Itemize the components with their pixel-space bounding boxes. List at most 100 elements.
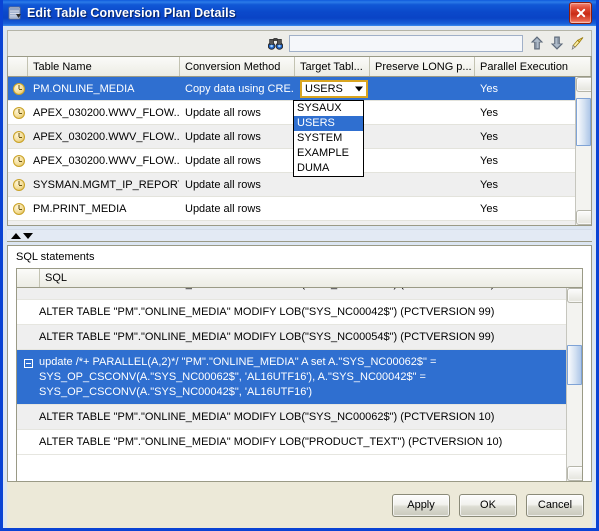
cell-target-tablespace[interactable]: USERS [295, 77, 370, 100]
cancel-button[interactable]: Cancel [526, 493, 584, 517]
cell-conversion-method[interactable]: Update all rows [180, 149, 295, 172]
cell-conversion-method[interactable]: Update all rows [180, 101, 295, 124]
clock-icon [13, 154, 25, 167]
dialog-client-area: Table Name Conversion Method Target Tabl… [3, 26, 596, 528]
scrollbar-thumb[interactable] [576, 98, 591, 146]
cell-parallel-execution: Yes [480, 202, 498, 215]
column-header-table-name[interactable]: Table Name [28, 57, 180, 76]
clock-icon [13, 178, 25, 191]
dialog-button-bar: Apply OK Cancel [7, 482, 592, 528]
grid-toolbar [7, 30, 592, 56]
sql-row-gutter [17, 288, 39, 299]
arrow-down-icon[interactable] [547, 34, 567, 54]
cell-table-name: APEX_030200.WWV_FLOW... [33, 130, 180, 143]
ok-button[interactable]: OK [459, 493, 517, 517]
row-status-cell [8, 197, 28, 220]
dropdown-option-sysaux[interactable]: SYSAUX [294, 101, 363, 116]
sql-row-gutter [17, 300, 39, 321]
cell-conversion-method[interactable]: Copy data using CRE... [180, 77, 295, 100]
list-item[interactable]: ALTER TABLE "PM"."ONLINE_MEDIA" MODIFY L… [17, 288, 582, 300]
sql-row-gutter [17, 430, 39, 451]
dropdown-option-users[interactable]: USERS [294, 116, 363, 131]
sql-row-text: ALTER TABLE "PM"."ONLINE_MEDIA" MODIFY L… [39, 288, 566, 296]
scroll-up-button[interactable] [576, 77, 591, 92]
cell-parallel-execution: Yes [480, 178, 498, 191]
cell-parallel-execution: Yes [480, 106, 498, 119]
sql-row-text: ALTER TABLE "PM"."ONLINE_MEDIA" MODIFY L… [39, 306, 495, 318]
sql-row-text: update /*+ PARALLEL(A,2)*/ "PM"."ONLINE_… [39, 356, 437, 398]
cell-table-name: PM.ONLINE_MEDIA [33, 82, 135, 95]
sql-header-row: SQL [17, 269, 582, 288]
cell-conversion-method[interactable]: Update all rows [180, 173, 295, 196]
table-plan-icon [7, 5, 23, 21]
sql-row-text: ALTER TABLE "PM"."ONLINE_MEDIA" MODIFY L… [39, 331, 495, 343]
column-header-conversion-method[interactable]: Conversion Method [180, 57, 295, 76]
combo-selected-value: USERS [305, 82, 343, 95]
cell-table-name: PM.PRINT_MEDIA [33, 202, 127, 215]
cell-table-name: APEX_030200.WWV_FLOW... [33, 154, 180, 167]
sql-gutter-header [17, 269, 40, 287]
table-row[interactable]: PM.PRINT_MEDIA Update all rows Yes [8, 197, 591, 221]
row-status-cell [8, 149, 28, 172]
dialog-window: Edit Table Conversion Plan Details Table… [0, 0, 599, 531]
scrollbar-track[interactable] [576, 92, 591, 210]
highlighter-icon[interactable] [567, 34, 587, 54]
cell-preserve-long [370, 173, 475, 196]
clock-icon [13, 202, 25, 215]
close-icon[interactable] [569, 2, 592, 24]
column-header-parallel-execution[interactable]: Parallel Execution [475, 57, 591, 76]
triangle-down-icon[interactable] [23, 232, 33, 239]
cell-conversion-method[interactable]: Update all rows [180, 197, 295, 220]
arrow-up-icon[interactable] [527, 34, 547, 54]
dropdown-option-example[interactable]: EXAMPLE [294, 146, 363, 161]
clock-icon [13, 130, 25, 143]
scroll-up-button[interactable] [567, 288, 582, 303]
sql-column-header[interactable]: SQL [40, 272, 582, 284]
window-title: Edit Table Conversion Plan Details [27, 6, 236, 20]
dropdown-option-duma[interactable]: DUMA [294, 161, 363, 176]
grid-vertical-scrollbar[interactable] [575, 77, 591, 225]
scroll-down-button[interactable] [567, 466, 582, 481]
search-input[interactable] [289, 35, 523, 52]
collapse-icon[interactable] [23, 358, 33, 368]
sql-body: ALTER TABLE "PM"."ONLINE_MEDIA" MODIFY L… [17, 288, 582, 481]
sql-row-gutter [17, 325, 39, 346]
cell-parallel-execution: Yes [480, 82, 498, 95]
target-tablespace-dropdown-list[interactable]: SYSAUX USERS SYSTEM EXAMPLE DUMA [293, 100, 364, 177]
list-item[interactable]: ALTER TABLE "PM"."ONLINE_MEDIA" MODIFY L… [17, 325, 582, 350]
chevron-down-icon[interactable] [355, 86, 363, 91]
cell-parallel-execution: Yes [480, 130, 498, 143]
grid-header-row: Table Name Conversion Method Target Tabl… [8, 57, 591, 77]
dropdown-option-system[interactable]: SYSTEM [294, 131, 363, 146]
column-header-preserve-long[interactable]: Preserve LONG p... [370, 57, 475, 76]
list-item[interactable]: ALTER TABLE "PM"."ONLINE_MEDIA" MODIFY L… [17, 300, 582, 325]
scrollbar-track[interactable] [567, 303, 582, 466]
panel-splitter[interactable] [7, 229, 592, 242]
cell-table-name: APEX_030200.WWV_FLOW... [33, 106, 180, 119]
cell-conversion-method[interactable]: Update all rows [180, 125, 295, 148]
list-item[interactable]: update /*+ PARALLEL(A,2)*/ "PM"."ONLINE_… [17, 350, 582, 405]
row-status-cell [8, 173, 28, 196]
target-tablespace-combo[interactable]: USERS [300, 79, 368, 98]
list-item[interactable]: ALTER TABLE "PM"."ONLINE_MEDIA" MODIFY L… [17, 430, 582, 455]
sql-row-text: ALTER TABLE "PM"."ONLINE_MEDIA" MODIFY L… [39, 411, 495, 423]
cell-preserve-long [370, 197, 475, 220]
row-status-cell [8, 101, 28, 124]
cell-preserve-long [370, 101, 475, 124]
sql-vertical-scrollbar[interactable] [566, 288, 582, 481]
clock-icon [13, 106, 25, 119]
scroll-down-button[interactable] [576, 210, 591, 225]
title-bar[interactable]: Edit Table Conversion Plan Details [3, 0, 596, 26]
column-header-icon[interactable] [8, 57, 28, 76]
scrollbar-thumb[interactable] [567, 345, 582, 385]
row-status-cell [8, 125, 28, 148]
sql-row-gutter [17, 350, 39, 371]
column-header-target-tablespace[interactable]: Target Tabl... [295, 57, 370, 76]
sql-row-text: ALTER TABLE "PM"."ONLINE_MEDIA" MODIFY L… [39, 436, 503, 448]
apply-button[interactable]: Apply [392, 493, 450, 517]
triangle-up-icon[interactable] [11, 232, 21, 239]
table-row[interactable]: PM.ONLINE_MEDIA Copy data using CRE... U… [8, 77, 591, 101]
binoculars-icon[interactable] [265, 34, 285, 54]
list-item[interactable]: ALTER TABLE "PM"."ONLINE_MEDIA" MODIFY L… [17, 405, 582, 430]
cell-target-tablespace[interactable] [295, 197, 370, 220]
